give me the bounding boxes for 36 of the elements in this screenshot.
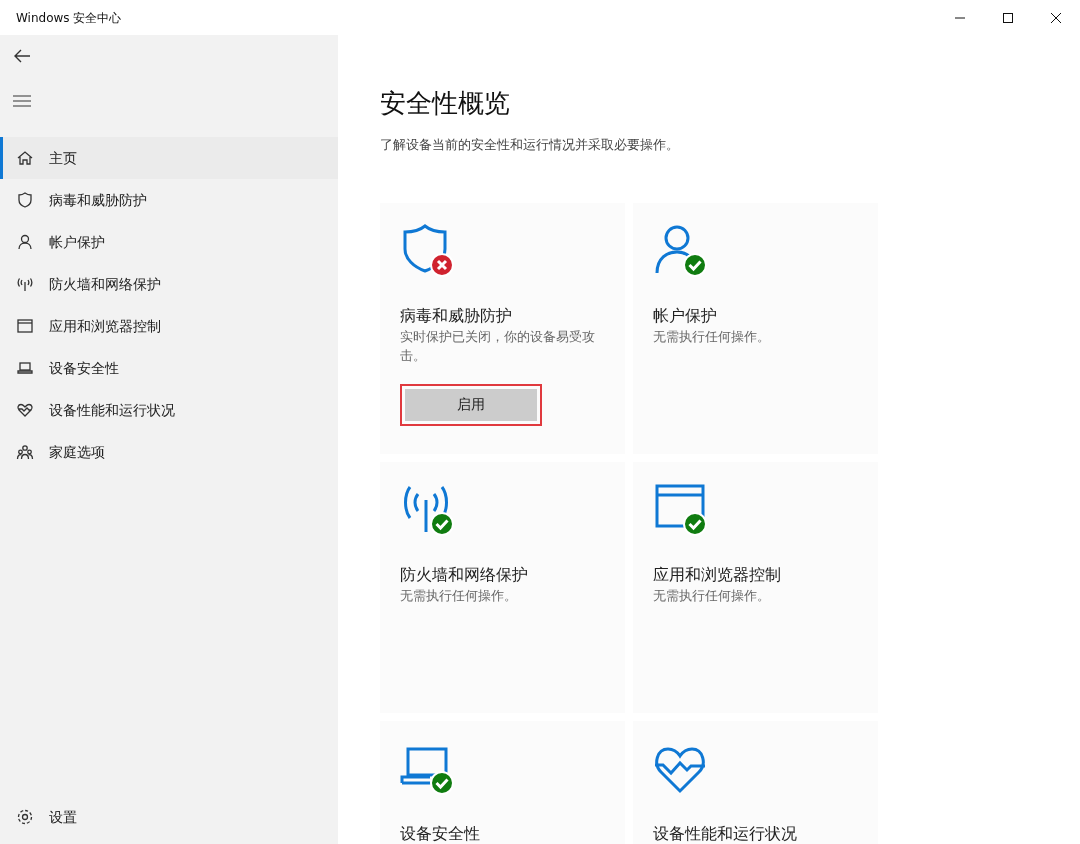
card-title: 防火墙和网络保护 [400, 563, 529, 586]
family-icon [16, 443, 34, 461]
menu-icon[interactable] [13, 95, 31, 107]
person-icon [16, 233, 34, 251]
page-subtitle: 了解设备当前的安全性和运行情况并采取必要操作。 [380, 136, 680, 154]
card-title: 设备性能和运行状况 [653, 822, 798, 844]
browser-window-icon [16, 317, 34, 335]
window-title: Windows 安全中心 [15, 9, 122, 27]
card-description: 无需执行任何操作。 [400, 586, 518, 605]
page-title: 安全性概览 [380, 87, 511, 119]
sidebar-item[interactable]: 帐户保护 [0, 221, 338, 263]
sidebar-item[interactable]: 设备性能和运行状况 [0, 389, 338, 431]
maximize-icon[interactable] [1003, 12, 1013, 23]
home-icon [16, 149, 34, 167]
card-title: 设备安全性 [400, 822, 481, 844]
shield-icon [16, 191, 34, 209]
card-description: 无需执行任何操作。 [653, 327, 771, 346]
settings-icon [16, 808, 34, 826]
close-icon[interactable] [1051, 12, 1061, 23]
card-title: 病毒和威胁防护 [400, 304, 513, 327]
settings-item[interactable]: 设置 [0, 796, 338, 838]
enable-button[interactable]: 启用 [405, 388, 537, 421]
card-title: 应用和浏览器控制 [653, 563, 782, 586]
sidebar-item[interactable]: 防火墙和网络保护 [0, 263, 338, 305]
antenna-icon [16, 275, 34, 293]
sidebar-item[interactable]: 病毒和威胁防护 [0, 179, 338, 221]
heart-icon [16, 401, 34, 419]
back-arrow-icon[interactable] [13, 48, 31, 64]
sidebar-item[interactable]: 应用和浏览器控制 [0, 305, 338, 347]
sidebar-item[interactable]: 家庭选项 [0, 431, 338, 473]
sidebar-item[interactable]: 主页 [0, 137, 338, 179]
sidebar-item[interactable]: 设备安全性 [0, 347, 338, 389]
card-description: 实时保护已关闭，你的设备易受攻击。 [400, 327, 596, 365]
card-description: 无需执行任何操作。 [653, 586, 771, 605]
laptop-icon [16, 359, 34, 377]
card-title: 帐户保护 [653, 304, 718, 327]
